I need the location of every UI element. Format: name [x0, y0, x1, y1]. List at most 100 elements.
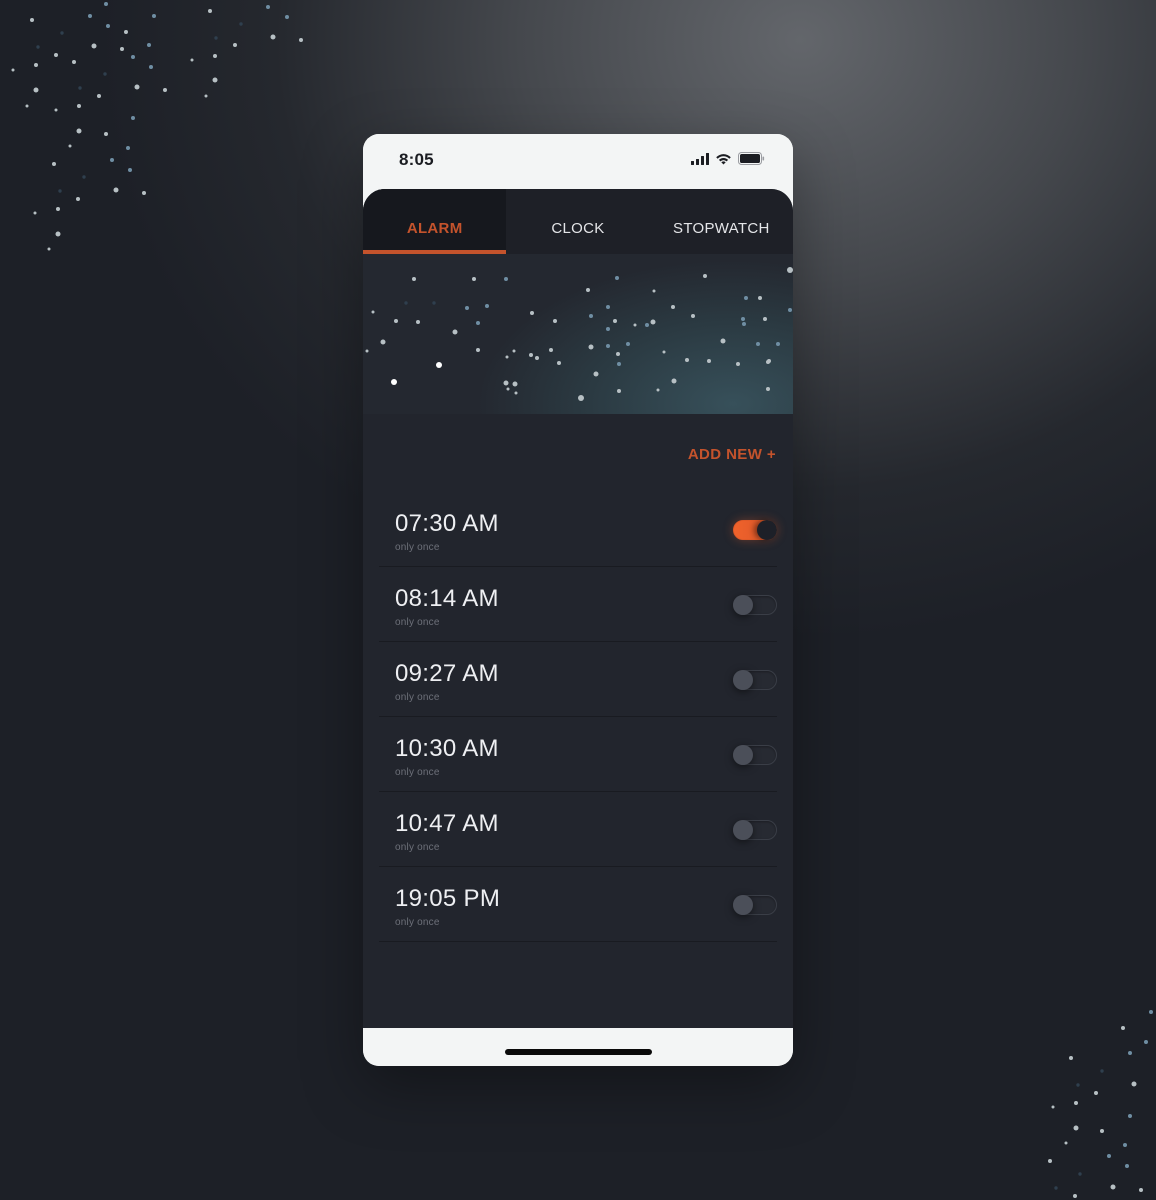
- star-dot: [529, 353, 533, 357]
- star-dot: [142, 191, 146, 195]
- alarm-item[interactable]: 07:30 AM only once: [379, 492, 777, 567]
- star-dot: [56, 207, 60, 211]
- star-dot: [25, 104, 29, 108]
- star-dot: [1054, 1186, 1058, 1190]
- star-dot: [512, 349, 516, 353]
- status-time: 8:05: [399, 150, 434, 169]
- star-dot: [650, 319, 656, 325]
- star-dot: [1131, 1081, 1137, 1087]
- star-dot: [578, 395, 584, 401]
- alarm-repeat: only once: [395, 542, 440, 553]
- star-dot: [58, 189, 62, 193]
- star-dot: [617, 389, 621, 393]
- star-dot: [671, 378, 677, 384]
- star-dot: [485, 304, 489, 308]
- alarm-toggle[interactable]: [733, 670, 777, 690]
- star-dot: [744, 296, 748, 300]
- star-dot: [788, 308, 792, 312]
- star-dot: [1048, 1159, 1052, 1163]
- star-dot: [104, 2, 108, 6]
- alarm-time: 08:14 AM: [395, 585, 499, 612]
- star-dot: [606, 327, 610, 331]
- star-dot: [239, 22, 243, 26]
- star-dot: [1107, 1154, 1111, 1158]
- toggle-knob: [733, 745, 753, 765]
- tab-bar: ALARM CLOCK STOPWATCH: [363, 189, 793, 254]
- star-dot: [758, 296, 762, 300]
- star-dot: [512, 381, 518, 387]
- star-dot: [503, 380, 509, 386]
- star-dot: [763, 317, 767, 321]
- star-dot: [124, 30, 128, 34]
- star-dot: [214, 36, 218, 40]
- star-dot: [742, 322, 746, 326]
- star-dot: [30, 18, 34, 22]
- tab-stopwatch[interactable]: STOPWATCH: [650, 189, 793, 254]
- star-dot: [1094, 1091, 1098, 1095]
- star-dot: [190, 58, 194, 62]
- add-new-alarm-button[interactable]: ADD NEW +: [688, 446, 776, 463]
- star-dot: [613, 319, 617, 323]
- star-dot: [662, 350, 666, 354]
- star-dot: [126, 146, 130, 150]
- star-dot: [365, 349, 369, 353]
- star-dot: [266, 5, 270, 9]
- tab-clock[interactable]: CLOCK: [506, 189, 649, 254]
- alarm-app: ALARM CLOCK STOPWATCH ADD NEW + 07:30 AM…: [363, 189, 793, 1028]
- alarm-time: 07:30 AM: [395, 510, 499, 537]
- alarm-toggle[interactable]: [733, 520, 777, 540]
- star-dot: [626, 342, 630, 346]
- star-dot: [756, 342, 760, 346]
- alarm-toggle[interactable]: [733, 820, 777, 840]
- star-dot: [432, 301, 436, 305]
- star-dot: [204, 94, 208, 98]
- star-dot: [1128, 1114, 1132, 1118]
- star-dot: [741, 317, 745, 321]
- star-dot: [404, 301, 408, 305]
- alarm-item[interactable]: 08:14 AM only once: [379, 567, 777, 642]
- star-dot: [54, 108, 58, 112]
- star-dot: [76, 197, 80, 201]
- star-dot: [616, 352, 620, 356]
- star-dot: [691, 314, 695, 318]
- star-dot: [91, 43, 97, 49]
- star-dot: [299, 38, 303, 42]
- star-dot: [707, 359, 711, 363]
- battery-icon: [738, 152, 765, 165]
- alarm-item[interactable]: 09:27 AM only once: [379, 642, 777, 717]
- alarm-toggle[interactable]: [733, 895, 777, 915]
- cellular-signal-icon: [691, 152, 709, 165]
- phone-frame: 8:05 ALARM CLOCK STOPWATCH ADD NEW + 07:…: [363, 134, 793, 1066]
- star-dot: [131, 55, 135, 59]
- star-dot: [52, 162, 56, 166]
- home-indicator[interactable]: [505, 1049, 652, 1055]
- star-dot: [11, 68, 15, 72]
- alarm-toggle[interactable]: [733, 595, 777, 615]
- star-dot: [1121, 1026, 1125, 1030]
- alarm-item[interactable]: 19:05 PM only once: [379, 867, 777, 942]
- star-dot: [33, 87, 39, 93]
- star-dot: [1100, 1129, 1104, 1133]
- alarm-time: 19:05 PM: [395, 885, 501, 912]
- star-dot: [766, 387, 770, 391]
- star-dot: [535, 356, 539, 360]
- star-dot: [589, 314, 593, 318]
- star-dot: [213, 54, 217, 58]
- star-dot: [34, 63, 38, 67]
- star-dot: [606, 305, 610, 309]
- star-dot: [60, 31, 64, 35]
- star-dot: [110, 158, 114, 162]
- toggle-knob: [733, 820, 753, 840]
- toggle-knob: [757, 520, 777, 540]
- alarm-item[interactable]: 10:47 AM only once: [379, 792, 777, 867]
- star-dot: [1069, 1056, 1073, 1060]
- star-dot: [645, 323, 649, 327]
- star-dot: [671, 305, 675, 309]
- star-dot: [131, 116, 135, 120]
- alarm-repeat: only once: [395, 692, 440, 703]
- alarm-repeat: only once: [395, 767, 440, 778]
- tab-alarm[interactable]: ALARM: [363, 189, 507, 254]
- alarm-item[interactable]: 10:30 AM only once: [379, 717, 777, 792]
- alarm-toggle[interactable]: [733, 745, 777, 765]
- toggle-knob: [733, 670, 753, 690]
